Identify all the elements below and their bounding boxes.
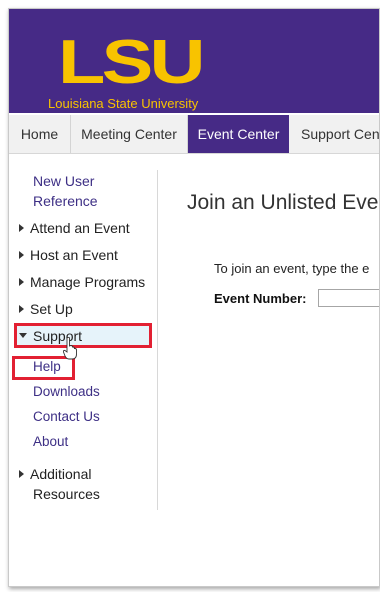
join-instruction-text: To join an event, type the e [214, 261, 370, 276]
event-number-input[interactable] [318, 289, 379, 307]
tab-support-center[interactable]: Support Cent [289, 115, 379, 153]
sidebar-item-label: Set Up [30, 301, 73, 317]
sidebar-item-manage-programs[interactable]: Manage Programs [19, 272, 145, 292]
sidebar-item-label: Host an Event [30, 247, 118, 263]
sidebar-item-set-up[interactable]: Set Up [19, 299, 73, 319]
page-title: Join an Unlisted Eve [187, 191, 379, 214]
chevron-right-icon [19, 224, 24, 232]
lsu-logo[interactable]: LSU [58, 32, 206, 94]
sidebar-item-additional-resources[interactable]: Additional Resources [19, 464, 100, 504]
hand-cursor-icon [63, 337, 77, 360]
tab-event-center[interactable]: Event Center [188, 115, 289, 153]
new-user-label: New User [33, 173, 95, 189]
new-user-reference-link[interactable]: New User Reference [33, 171, 98, 211]
chevron-right-icon [19, 470, 24, 478]
event-number-label: Event Number: [214, 291, 307, 306]
top-nav: Home Meeting Center Event Center Support… [9, 115, 379, 154]
sidebar-item-label: Manage Programs [30, 274, 146, 290]
sidebar-link-contact-us[interactable]: Contact Us [33, 407, 100, 427]
site-header: LSU Louisiana State University [9, 9, 379, 113]
sidebar-link-help[interactable]: Help [33, 357, 61, 377]
tab-meeting-center[interactable]: Meeting Center [71, 115, 188, 153]
sidebar-link-downloads[interactable]: Downloads [33, 382, 100, 402]
chevron-right-icon [19, 251, 24, 259]
reference-label: Reference [33, 193, 98, 209]
chevron-right-icon [19, 305, 24, 313]
sidebar-item-attend-event[interactable]: Attend an Event [19, 218, 130, 238]
additional-label: Additional [30, 466, 92, 482]
tab-home[interactable]: Home [9, 115, 71, 153]
sidebar-item-label: Attend an Event [30, 220, 130, 236]
university-name: Louisiana State University [48, 96, 199, 111]
sidebar-item-host-event[interactable]: Host an Event [19, 245, 118, 265]
sidebar-link-about[interactable]: About [33, 432, 68, 452]
chevron-right-icon [19, 278, 24, 286]
resources-label: Resources [33, 486, 100, 502]
chevron-down-icon [19, 333, 27, 338]
browser-frame: LSU Louisiana State University Home Meet… [8, 8, 380, 587]
